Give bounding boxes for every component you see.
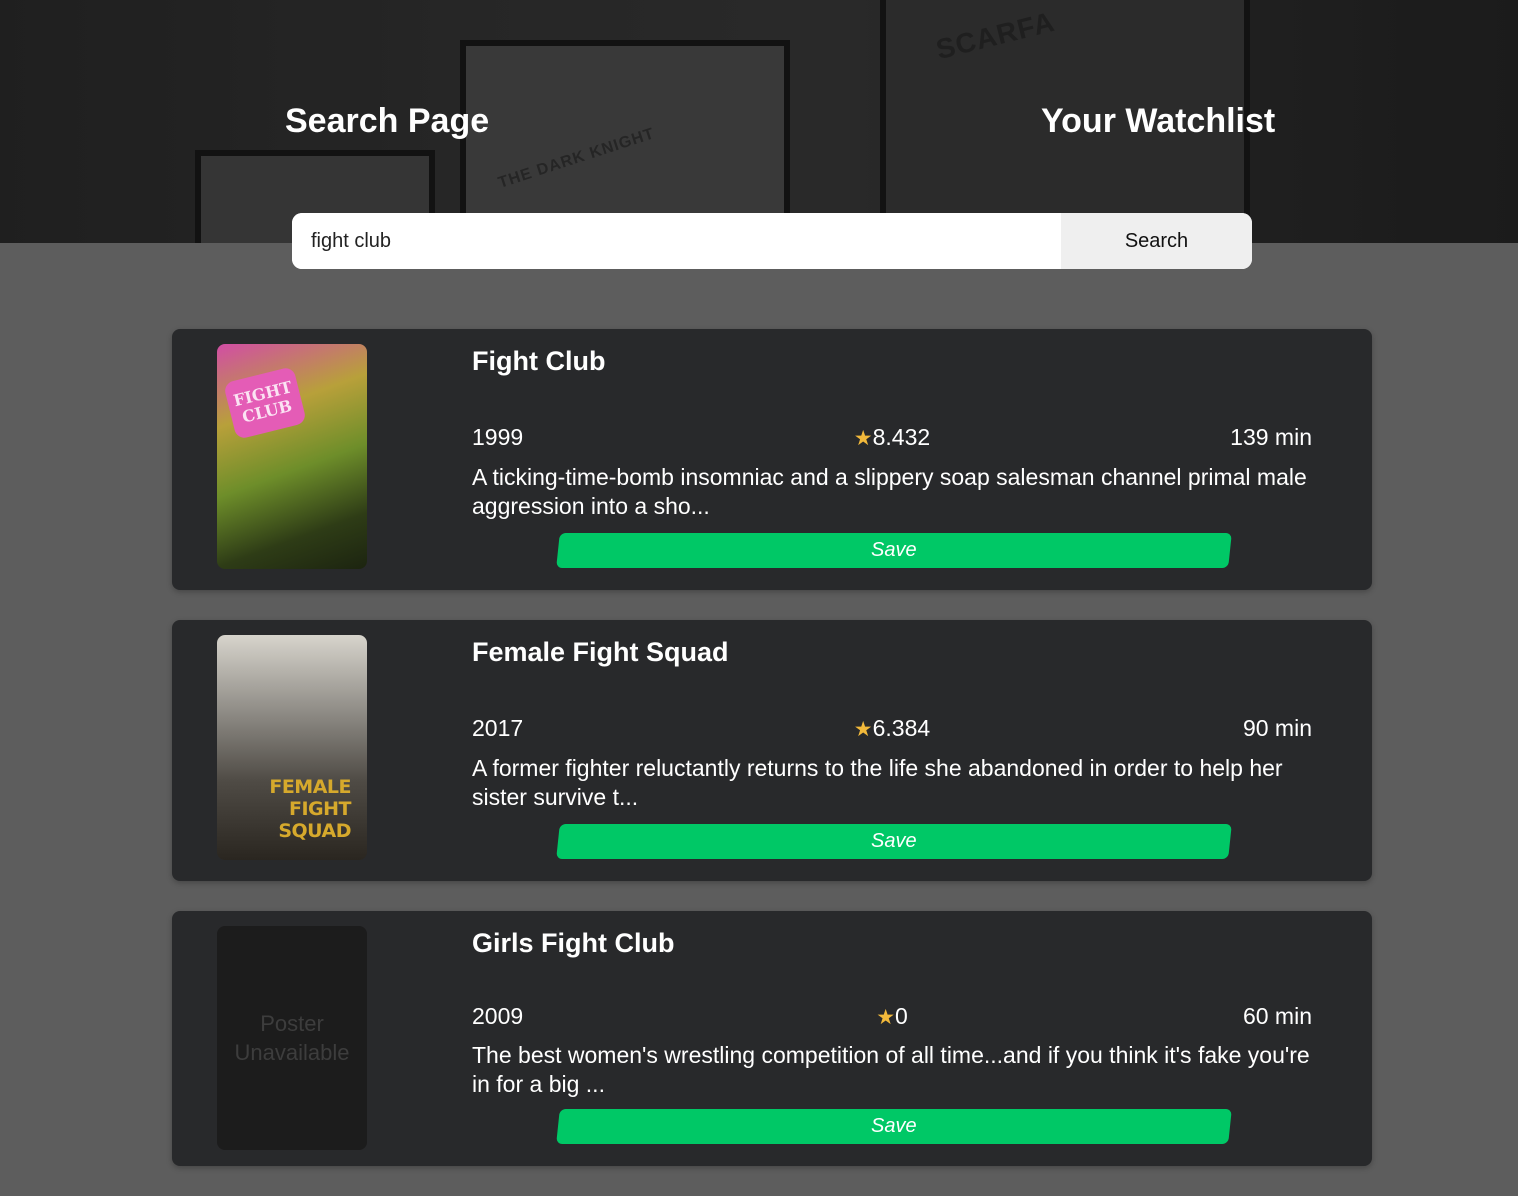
movie-rating: ★8.432 <box>472 424 1312 451</box>
rating-value: 0 <box>895 1003 908 1029</box>
nav-search-page-link[interactable]: Search Page <box>285 102 489 141</box>
movie-overview: The best women's wrestling competition o… <box>472 1042 1310 1097</box>
save-button[interactable]: Save <box>556 1109 1232 1144</box>
star-icon: ★ <box>876 1006 896 1029</box>
movie-poster: FEMALE FIGHT SQUAD <box>217 635 367 860</box>
search-form: Search <box>292 213 1252 269</box>
movie-runtime: 60 min <box>1242 1003 1312 1029</box>
movie-overview: A former fighter reluctantly returns to … <box>472 755 1283 810</box>
results-list: FIGHT CLUB Fight Club 1999 ★8.432 139 mi… <box>172 329 1372 1196</box>
poster-title-art: FIGHT CLUB <box>223 366 307 440</box>
save-button-label: Save <box>871 830 917 852</box>
movie-title: Fight Club <box>472 346 606 376</box>
movie-card: FEMALE FIGHT SQUAD Female Fight Squad 20… <box>172 620 1372 881</box>
movie-card: FIGHT CLUB Fight Club 1999 ★8.432 139 mi… <box>172 329 1372 590</box>
star-icon: ★ <box>853 718 873 741</box>
movie-meta: 2009 ★0 60 min <box>472 1003 1312 1029</box>
nav-watchlist-link[interactable]: Your Watchlist <box>1041 102 1275 141</box>
movie-rating: ★6.384 <box>472 715 1312 742</box>
hero-overlay <box>0 0 1518 243</box>
save-button[interactable]: Save <box>556 824 1232 859</box>
star-icon: ★ <box>853 427 873 450</box>
movie-title: Female Fight Squad <box>472 637 729 667</box>
movie-runtime: 139 min <box>1230 424 1312 450</box>
poster-title-art: FEMALE FIGHT SQUAD <box>269 776 351 842</box>
hero-header: THE DARK KNIGHT SCARFA Search Page Your … <box>0 0 1518 243</box>
movie-meta: 1999 ★8.432 139 min <box>472 424 1312 450</box>
movie-title: Girls Fight Club <box>472 928 675 958</box>
movie-poster: FIGHT CLUB <box>217 344 367 569</box>
movie-runtime: 90 min <box>1242 715 1312 741</box>
rating-value: 8.432 <box>872 424 931 450</box>
rating-value: 6.384 <box>872 715 931 741</box>
save-button-label: Save <box>871 539 917 561</box>
save-button[interactable]: Save <box>556 533 1232 568</box>
save-button-label: Save <box>871 1115 917 1137</box>
poster-unavailable-text: Poster Unavailable <box>234 1011 350 1065</box>
movie-card: Poster Unavailable Girls Fight Club 2009… <box>172 911 1372 1166</box>
movie-overview: A ticking-time-bomb insomniac and a slip… <box>472 464 1307 519</box>
search-input[interactable] <box>292 213 1061 269</box>
movie-poster-placeholder: Poster Unavailable <box>217 926 367 1150</box>
search-button[interactable]: Search <box>1061 213 1252 269</box>
movie-meta: 2017 ★6.384 90 min <box>472 715 1312 741</box>
movie-rating: ★0 <box>472 1003 1312 1030</box>
